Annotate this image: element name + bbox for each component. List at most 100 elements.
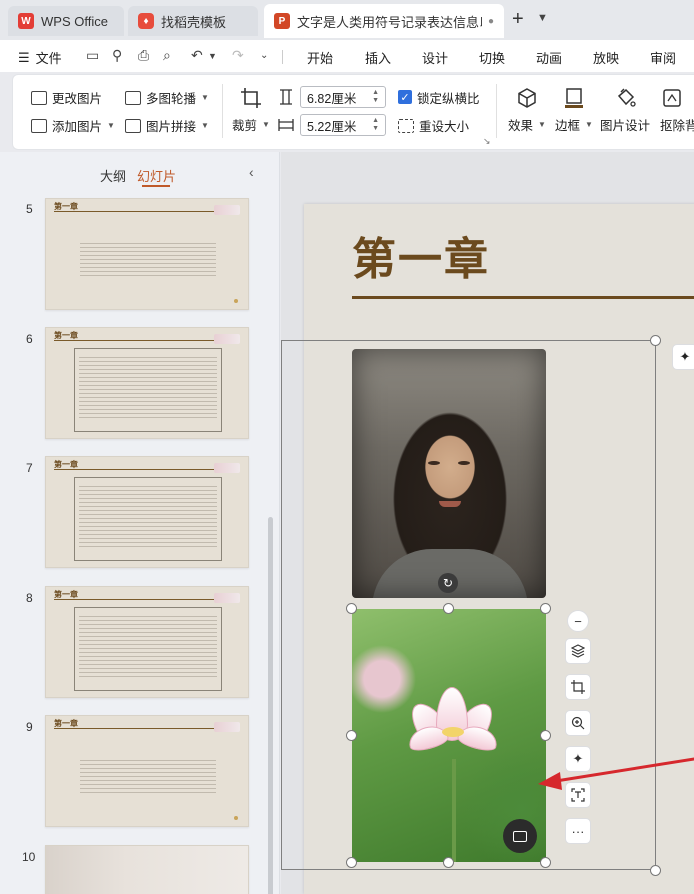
lock-ratio-label[interactable]: 锁定纵横比 (417, 88, 480, 107)
thumb-text (80, 760, 216, 794)
collapse-panel-icon[interactable]: ‹ (249, 164, 254, 180)
redo-icon[interactable]: ↷ (232, 47, 244, 64)
cube-icon (515, 86, 539, 110)
slide-thumbnail-10[interactable] (45, 845, 249, 894)
slide-thumbnail-8[interactable]: 第一章 (45, 586, 249, 698)
effects-button[interactable]: 效果 ▼ (508, 86, 546, 134)
tab-docer-templates[interactable]: ♦ 找稻壳模板 (128, 6, 258, 36)
slide-thumbnail-5[interactable]: 第一章 (45, 198, 249, 310)
photo-vignette (352, 349, 546, 598)
tab-slides[interactable]: 幻灯片 (137, 166, 176, 185)
thumb-rule (54, 211, 238, 212)
crop-icon[interactable] (565, 674, 591, 700)
menu-separator (282, 50, 283, 64)
thumb-rule (54, 728, 238, 729)
undo-dropdown-icon[interactable]: ▼ (208, 51, 217, 61)
width-input[interactable]: 5.22厘米 ▲ ▼ (300, 114, 386, 136)
thumb-mark (234, 299, 238, 303)
resize-handle[interactable] (540, 730, 551, 741)
rotate-icon[interactable]: ↻ (438, 573, 458, 593)
image-splice-icon (125, 118, 141, 133)
tab-transition[interactable]: 切换 (479, 48, 505, 67)
chevron-down-icon[interactable]: ▼ (537, 12, 548, 24)
image-splice-button[interactable]: 图片拼接 ▼ (125, 116, 209, 135)
resize-handle[interactable] (443, 857, 454, 868)
image-design-button[interactable]: 图片设计 (600, 86, 650, 134)
resize-handle[interactable] (540, 857, 551, 868)
spinner-icon[interactable]: ▲ ▼ (372, 89, 379, 105)
chevron-down-icon: ▼ (262, 120, 270, 129)
resize-handle[interactable] (650, 335, 661, 346)
menu-bar: ☰ 文件 ▭ ⚲ ⎙ ⌕ ↶ ▼ ↷ ⌄ 开始 插入 设计 切换 动画 放映 审… (0, 40, 694, 72)
resize-handle[interactable] (346, 857, 357, 868)
tab-animation[interactable]: 动画 (536, 48, 562, 67)
slide-thumbnail-6[interactable]: 第一章 (45, 327, 249, 439)
tab-slideshow[interactable]: 放映 (593, 48, 619, 67)
panel-scrollbar[interactable] (268, 517, 273, 894)
print-icon[interactable]: ⎙ (138, 47, 149, 64)
image-badge-icon[interactable] (503, 819, 537, 853)
dialog-launcher-icon[interactable]: ↘ (483, 136, 491, 147)
tab-insert[interactable]: 插入 (365, 48, 391, 67)
file-menu-button[interactable]: ☰ 文件 (18, 48, 62, 67)
resize-icon (398, 118, 414, 133)
slide-thumbnail-9[interactable]: 第一章 (45, 715, 249, 827)
resize-handle[interactable] (443, 603, 454, 614)
crop-label: 裁剪 (232, 119, 258, 133)
share-icon[interactable]: ⚲ (112, 47, 122, 64)
more-options-icon[interactable]: ··· (565, 818, 591, 844)
change-image-label: 更改图片 (52, 92, 103, 106)
tab-presentation[interactable]: P 文字是人类用符号记录表达信息以 ● (264, 4, 504, 38)
tab-home[interactable]: 开始 (307, 48, 333, 67)
effects-label: 效果 (508, 119, 534, 133)
docer-icon: ♦ (138, 13, 154, 29)
remove-background-button[interactable]: 抠除背 (660, 86, 694, 134)
text-extract-icon[interactable] (565, 782, 591, 808)
undo-icon[interactable]: ↶ (191, 47, 203, 64)
smart-tools-icon[interactable]: ✦ (672, 344, 694, 370)
multi-image-carousel-button[interactable]: 多图轮播 ▼ (125, 88, 209, 107)
resize-handle[interactable] (540, 603, 551, 614)
collapse-toolbar-icon[interactable]: − (567, 610, 589, 632)
slide-number: 9 (26, 720, 33, 734)
resize-button[interactable]: 重设大小 (398, 116, 469, 135)
thumb-frame (74, 477, 222, 561)
layers-icon[interactable] (565, 638, 591, 664)
wps-logo-icon: W (18, 13, 34, 29)
tab-wps-office[interactable]: W WPS Office (8, 6, 124, 36)
file-menu-label: 文件 (35, 51, 62, 66)
slide-thumbnail-7[interactable]: 第一章 (45, 456, 249, 568)
crop-button[interactable]: 裁剪 ▼ (232, 86, 270, 134)
change-image-button[interactable]: 更改图片 (31, 88, 102, 107)
spinner-icon[interactable]: ▲ ▼ (372, 117, 379, 133)
add-image-button[interactable]: 添加图片 ▼ (31, 116, 115, 135)
lock-ratio-checkbox[interactable]: ✓ (398, 90, 412, 104)
more-quick-access-icon[interactable]: ⌄ (260, 50, 268, 61)
thumb-rule (54, 599, 238, 600)
zoom-in-icon[interactable] (565, 710, 591, 736)
width-value: 5.22厘米 (307, 119, 357, 134)
unsaved-dot-icon[interactable]: ● (488, 16, 494, 27)
border-button[interactable]: 边框 ▼ (555, 86, 593, 134)
resize-handle[interactable] (650, 865, 661, 876)
tab-outline[interactable]: 大纲 (100, 166, 126, 185)
thumb-frame (74, 348, 222, 432)
chevron-down-icon: ▼ (201, 93, 209, 102)
save-icon[interactable]: ▭ (86, 47, 99, 64)
print-preview-icon[interactable]: ⌕ (163, 47, 171, 64)
resize-handle[interactable] (346, 730, 357, 741)
thumb-text (80, 243, 216, 277)
picture-icon (513, 830, 527, 842)
crop-label-wrap: 裁剪 ▼ (232, 115, 270, 134)
tab-design[interactable]: 设计 (422, 48, 448, 67)
border-label: 边框 (555, 119, 581, 133)
add-image-icon (31, 118, 47, 133)
height-input[interactable]: 6.82厘米 ▲ ▼ (300, 86, 386, 108)
tab-review[interactable]: 审阅 (650, 48, 676, 67)
slide-title[interactable]: 第一章 (352, 223, 490, 287)
magic-wand-icon[interactable]: ✦ (565, 746, 591, 772)
new-tab-icon[interactable]: + (512, 8, 524, 31)
paint-bucket-icon (613, 86, 637, 110)
resize-handle[interactable] (346, 603, 357, 614)
portrait-photo[interactable] (352, 349, 546, 598)
